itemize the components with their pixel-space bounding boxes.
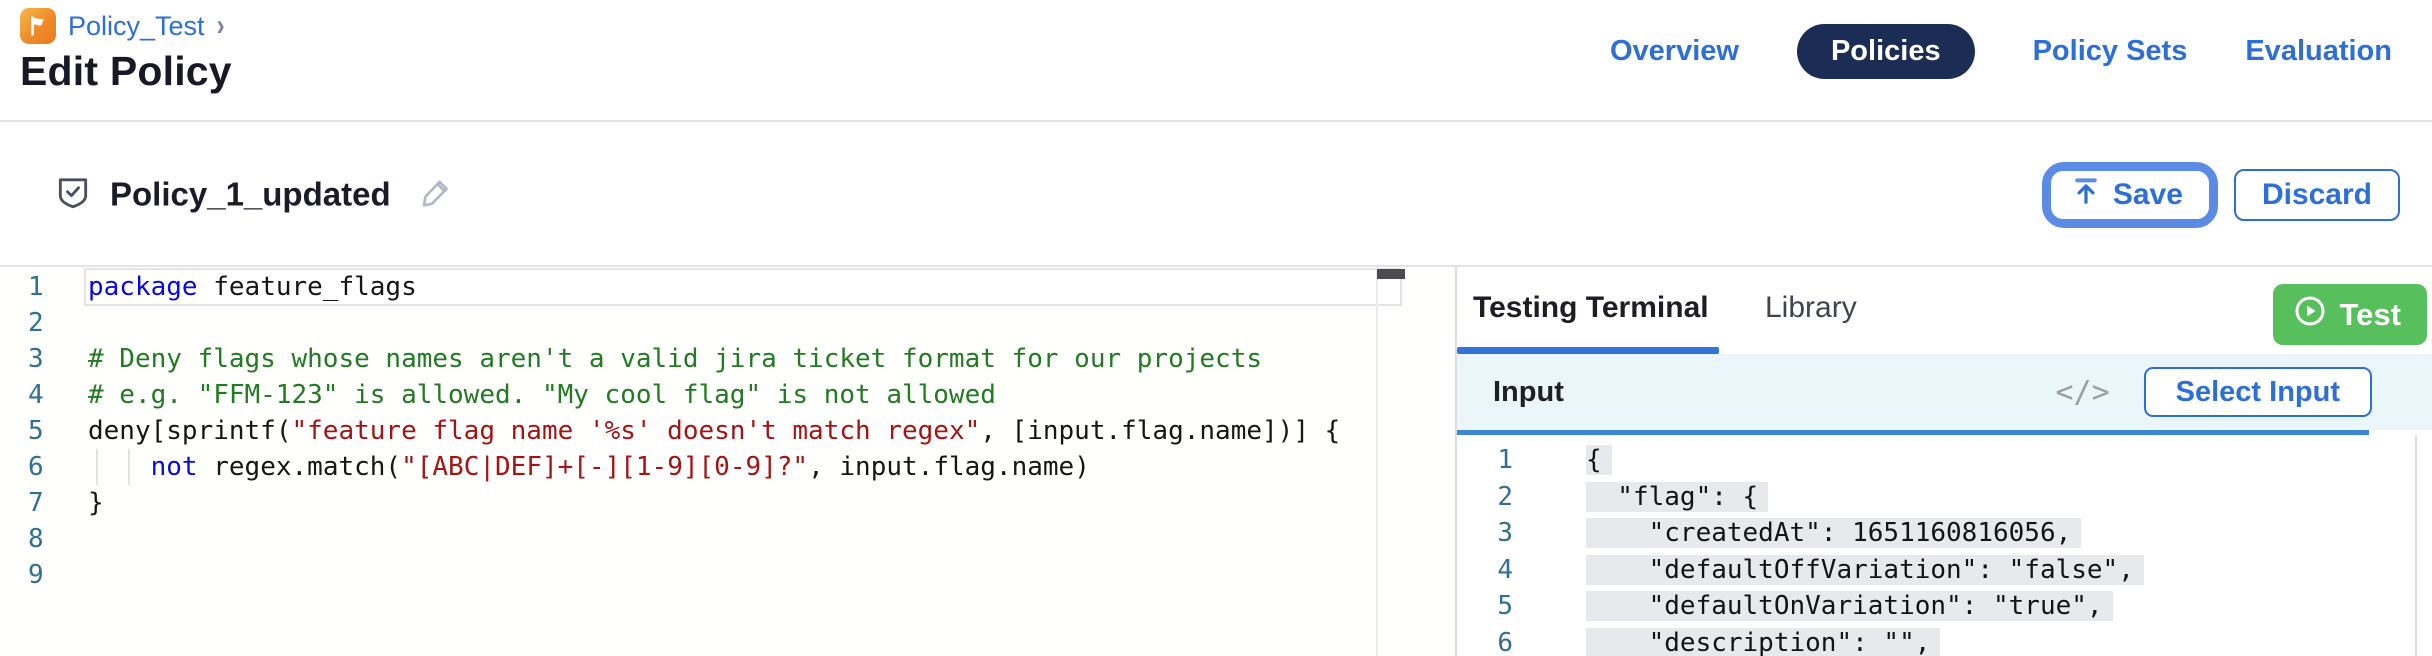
line-number: 9	[0, 557, 88, 593]
json-text: "defaultOffVariation": "false",	[1586, 552, 2144, 589]
json-line-2: 2 "flag": {	[1457, 479, 2412, 516]
code-line-3: 3# Deny flags whose names aren't a valid…	[0, 341, 1375, 377]
json-line-4: 4 "defaultOffVariation": "false",	[1457, 552, 2412, 589]
breadcrumb-project-link[interactable]: Policy_Test	[68, 11, 205, 42]
code-text: # e.g. "FFM-123" is allowed. "My cool fl…	[88, 377, 996, 413]
json-text: "description": "",	[1586, 625, 1940, 656]
json-text: "flag": {	[1586, 479, 1768, 516]
input-header-bar: Input </> Select Input	[1457, 354, 2432, 430]
line-number: 8	[0, 521, 88, 557]
nav-item-policy-sets[interactable]: Policy Sets	[2033, 35, 2188, 68]
module-nav: Overview Policies Policy Sets Evaluation	[1610, 22, 2392, 80]
json-text: {	[1586, 442, 1612, 479]
code-text: package feature_flags	[88, 269, 417, 305]
code-line-5: 5deny[sprintf("feature flag name '%s' do…	[0, 413, 1375, 449]
save-button-focus-ring: Save	[2042, 162, 2218, 228]
line-number: 1	[0, 269, 88, 305]
page-title: Edit Policy	[20, 48, 232, 95]
json-text: "createdAt": 1651160816056,	[1586, 515, 2081, 552]
line-number: 6	[1457, 625, 1549, 656]
save-button[interactable]: Save	[2051, 171, 2209, 219]
line-number: 1	[1457, 442, 1549, 479]
editor-overview-ruler	[1376, 267, 1378, 656]
line-number: 7	[0, 485, 88, 521]
edit-name-pencil-icon[interactable]	[419, 175, 453, 214]
code-line-1: 1package feature_flags	[0, 269, 1375, 305]
code-lines: 1package feature_flags23# Deny flags who…	[0, 269, 1375, 593]
code-text: }	[88, 485, 104, 521]
overview-ruler-cursor-marker	[1377, 269, 1405, 279]
line-number: 6	[0, 449, 88, 485]
tab-testing-terminal[interactable]: Testing Terminal	[1473, 291, 1709, 325]
discard-button-label: Discard	[2262, 178, 2372, 212]
policy-shield-icon	[54, 173, 92, 216]
upload-arrow-icon	[2071, 176, 2101, 214]
terminal-tabs: Testing Terminal Library Test	[1457, 267, 2432, 354]
policy-identity: Policy_1_updated	[54, 173, 453, 216]
test-button-label: Test	[2340, 297, 2401, 333]
json-lines: 1{2 "flag": {3 "createdAt": 165116081605…	[1457, 442, 2412, 656]
code-text: deny[sprintf("feature flag name '%s' doe…	[88, 413, 1340, 449]
policy-name: Policy_1_updated	[110, 176, 391, 214]
line-number: 4	[0, 377, 88, 413]
edit-policy-page: Policy_Test › Edit Policy Overview Polici…	[0, 0, 2432, 656]
code-line-2: 2	[0, 305, 1375, 341]
testing-panel: Testing Terminal Library Test Input </> …	[1455, 267, 2432, 656]
policy-code-editor[interactable]: 1package feature_flags23# Deny flags who…	[0, 267, 1455, 656]
line-number: 3	[1457, 515, 1549, 552]
line-number: 2	[0, 305, 88, 341]
code-text: not regex.match("[ABC|DEF]+[-][1-9][0-9]…	[88, 449, 1090, 485]
json-text: "defaultOnVariation": "true",	[1586, 588, 2113, 625]
line-number: 3	[0, 341, 88, 377]
input-section-label: Input	[1493, 376, 1564, 409]
workspace: 1package feature_flags23# Deny flags who…	[0, 265, 2432, 656]
breadcrumb-chevron-icon: ›	[217, 9, 225, 44]
json-line-6: 6 "description": "",	[1457, 625, 2412, 656]
discard-button[interactable]: Discard	[2234, 169, 2400, 221]
json-editor-top-border	[1457, 430, 2369, 435]
line-number: 2	[1457, 479, 1549, 516]
json-scrollbar-track[interactable]	[2415, 435, 2417, 656]
json-line-5: 5 "defaultOnVariation": "true",	[1457, 588, 2412, 625]
code-line-9: 9	[0, 557, 1375, 593]
code-line-7: 7}	[0, 485, 1375, 521]
input-json-editor[interactable]: 1{2 "flag": {3 "createdAt": 165116081605…	[1457, 430, 2432, 656]
code-line-6: 6 not regex.match("[ABC|DEF]+[-][1-9][0-…	[0, 449, 1375, 485]
nav-item-overview[interactable]: Overview	[1610, 35, 1739, 68]
line-number: 4	[1457, 552, 1549, 589]
json-line-1: 1{	[1457, 442, 2412, 479]
nav-item-policies[interactable]: Policies	[1797, 24, 1975, 79]
json-line-3: 3 "createdAt": 1651160816056,	[1457, 515, 2412, 552]
save-button-label: Save	[2113, 178, 2183, 212]
line-number: 5	[0, 413, 88, 449]
code-line-4: 4# e.g. "FFM-123" is allowed. "My cool f…	[0, 377, 1375, 413]
tab-library[interactable]: Library	[1765, 291, 1857, 325]
toolbar-actions: Save Discard	[2042, 162, 2400, 228]
code-line-8: 8	[0, 521, 1375, 557]
code-view-toggle-icon[interactable]: </>	[2055, 375, 2109, 410]
breadcrumb: Policy_Test ›	[20, 8, 225, 44]
line-number: 5	[1457, 588, 1549, 625]
policy-toolbar: Policy_1_updated Save Discard	[0, 124, 2432, 265]
feature-flags-logo-icon	[20, 8, 56, 44]
code-text: # Deny flags whose names aren't a valid …	[88, 341, 1262, 377]
nav-item-evaluation[interactable]: Evaluation	[2245, 35, 2392, 68]
test-button[interactable]: Test	[2273, 284, 2427, 345]
select-input-button[interactable]: Select Input	[2144, 367, 2372, 417]
active-tab-underline	[1457, 347, 1719, 354]
play-circle-icon	[2293, 294, 2327, 336]
page-header: Policy_Test › Edit Policy Overview Polici…	[0, 0, 2432, 122]
